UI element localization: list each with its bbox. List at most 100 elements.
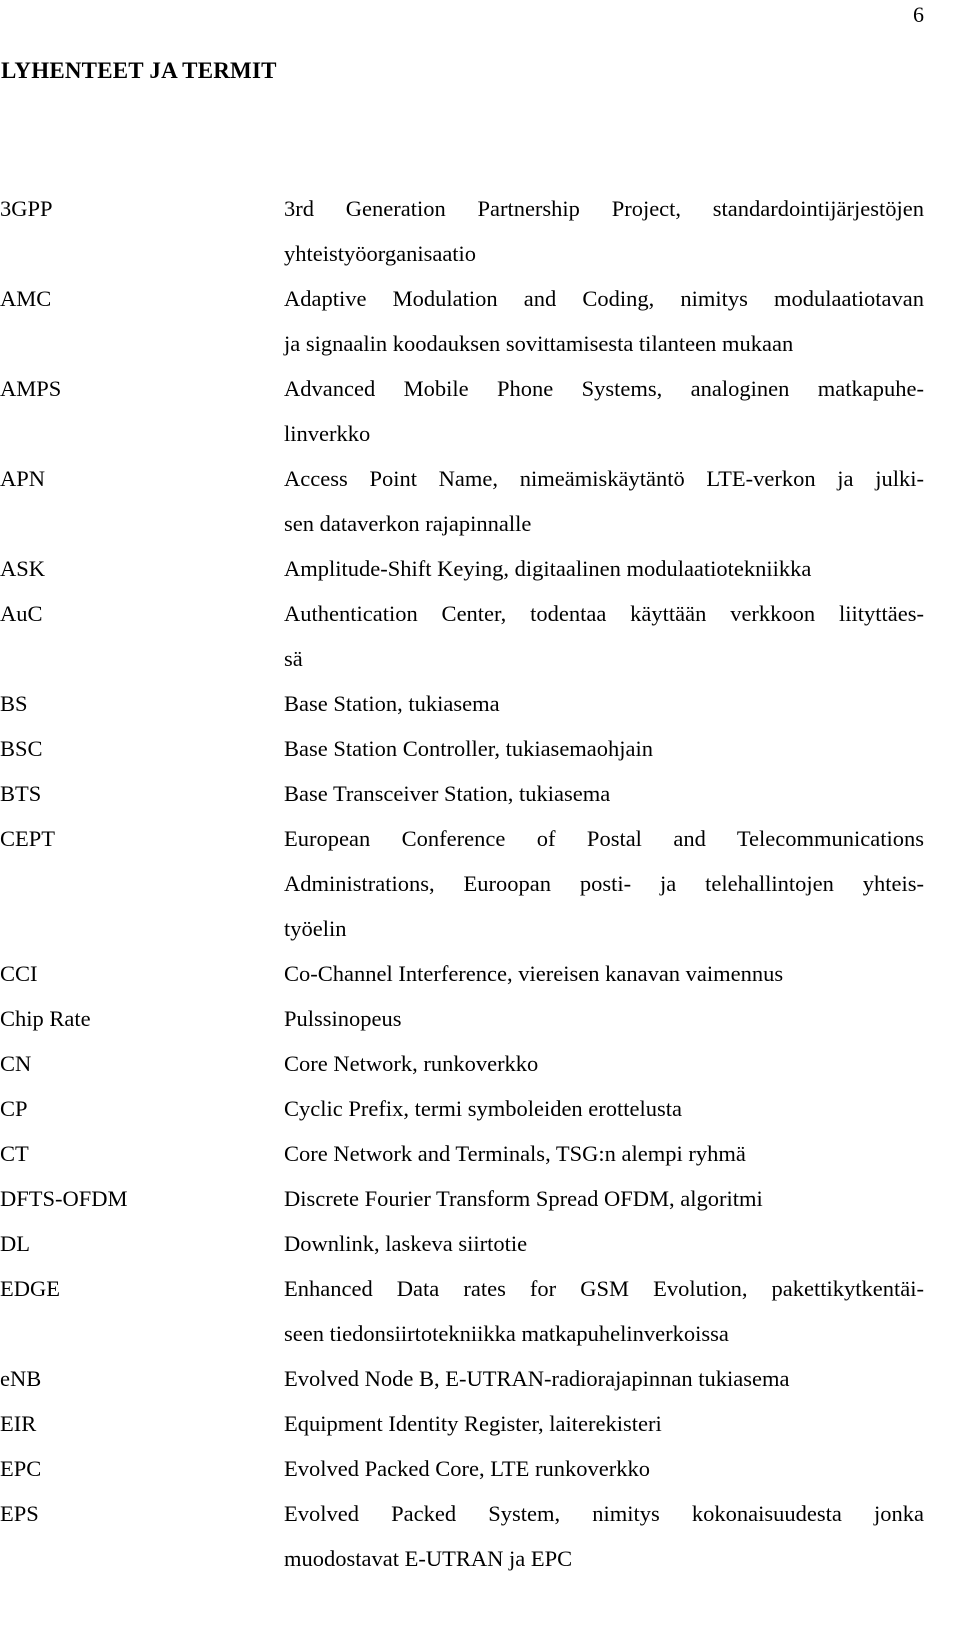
- definition-line: yhteistyöorganisaatio: [284, 241, 477, 266]
- glossary-entry: DL Downlink, laskeva siirtotie: [0, 1221, 924, 1266]
- definition-line: Co-Channel Interference, viereisen kanav…: [284, 961, 784, 986]
- definition-line: Evolved Packed System, nimitys kokonaisu…: [284, 1501, 924, 1526]
- definition-line: Adaptive Modulation and Coding, nimitys …: [284, 286, 924, 311]
- definition-line: 3rd Generation Partnership Project, stan…: [284, 196, 924, 221]
- glossary-entry: AuC Authentication Center, todentaa käytt…: [0, 591, 924, 681]
- definition-line: Core Network and Terminals, TSG:n alempi…: [284, 1141, 746, 1166]
- term-abbreviation: BS: [0, 691, 28, 716]
- term-abbreviation: CT: [0, 1141, 29, 1166]
- glossary-entry: EPS Evolved Packed System, nimitys kokona…: [0, 1491, 924, 1581]
- term-definition: Core Network and Terminals, TSG:n alempi…: [284, 1131, 924, 1176]
- definition-line: Advanced Mobile Phone Systems, analogine…: [284, 376, 924, 401]
- term-definition: Pulssinopeus: [284, 996, 924, 1041]
- definition-line: Core Network, runkoverkko: [284, 1051, 539, 1076]
- term-definition: Base Station Controller, tukiasemaohjain: [284, 726, 924, 771]
- definition-line: Evolved Node B, E-UTRAN-radiorajapinnan …: [284, 1366, 790, 1391]
- term-abbreviation: CEPT: [0, 826, 56, 851]
- term-definition: Amplitude-Shift Keying, digitaalinen mod…: [284, 546, 924, 591]
- term-abbreviation: CP: [0, 1096, 28, 1121]
- term-abbreviation: 3GPP: [0, 196, 53, 221]
- term-abbreviation: DL: [0, 1231, 30, 1256]
- glossary-entry: ASK Amplitude-Shift Keying, digitaalinen …: [0, 546, 924, 591]
- term-abbreviation: DFTS-OFDM: [0, 1186, 128, 1211]
- definition-line: seen tiedonsiirtotekniikka matkapuhelinv…: [284, 1321, 729, 1346]
- definition-line: Downlink, laskeva siirtotie: [284, 1231, 528, 1256]
- glossary-entry: EPC Evolved Packed Core, LTE runkoverkko: [0, 1446, 924, 1491]
- definition-line: linverkko: [284, 421, 371, 446]
- page-number: 6: [913, 2, 924, 27]
- glossary-entry: CP Cyclic Prefix, termi symboleiden erott…: [0, 1086, 924, 1131]
- glossary-entry: EDGE Enhanced Data rates for GSM Evolutio…: [0, 1266, 924, 1356]
- term-abbreviation: AMC: [0, 286, 52, 311]
- term-definition: Enhanced Data rates for GSM Evolution, p…: [284, 1266, 924, 1356]
- definition-line: Discrete Fourier Transform Spread OFDM, …: [284, 1186, 763, 1211]
- term-definition: Evolved Node B, E-UTRAN-radiorajapinnan …: [284, 1356, 924, 1401]
- definition-line: Base Station Controller, tukiasemaohjain: [284, 736, 654, 761]
- term-definition: 3rd Generation Partnership Project, stan…: [284, 186, 924, 276]
- definition-line: European Conference of Postal and Teleco…: [284, 826, 924, 851]
- definition-line: Evolved Packed Core, LTE runkoverkko: [284, 1456, 650, 1481]
- definition-line: Administrations, Euroopan posti- ja tele…: [284, 871, 924, 896]
- term-abbreviation: BTS: [0, 781, 42, 806]
- term-abbreviation: EPS: [0, 1501, 39, 1526]
- term-definition: Discrete Fourier Transform Spread OFDM, …: [284, 1176, 924, 1221]
- glossary-entry: CN Core Network, runkoverkko: [0, 1041, 924, 1086]
- definition-line: Amplitude-Shift Keying, digitaalinen mod…: [284, 556, 812, 581]
- term-abbreviation: ASK: [0, 556, 46, 581]
- glossary-entry: eNB Evolved Node B, E-UTRAN-radiorajapinn…: [0, 1356, 924, 1401]
- term-definition: Cyclic Prefix, termi symboleiden erottel…: [284, 1086, 924, 1131]
- glossary-entry: BSC Base Station Controller, tukiasemaohj…: [0, 726, 924, 771]
- term-abbreviation: Chip Rate: [0, 1006, 91, 1031]
- term-definition: Core Network, runkoverkko: [284, 1041, 924, 1086]
- term-definition: Access Point Name, nimeämiskäytäntö LTE-…: [284, 456, 924, 546]
- term-definition: Evolved Packed System, nimitys kokonaisu…: [284, 1491, 924, 1581]
- term-abbreviation: AMPS: [0, 376, 62, 401]
- term-abbreviation: BSC: [0, 736, 43, 761]
- term-abbreviation: EPC: [0, 1456, 42, 1481]
- glossary-entry: AMC Adaptive Modulation and Coding, nimit…: [0, 276, 924, 366]
- definition-line: Equipment Identity Register, laiterekist…: [284, 1411, 662, 1436]
- definition-line: Authentication Center, todentaa käyttään…: [284, 601, 924, 626]
- definition-line: Base Station, tukiasema: [284, 691, 500, 716]
- definition-line: Cyclic Prefix, termi symboleiden erottel…: [284, 1096, 683, 1121]
- glossary-entry: BTS Base Transceiver Station, tukiasema: [0, 771, 924, 816]
- definition-line: sen dataverkon rajapinnalle: [284, 511, 532, 536]
- term-definition: Evolved Packed Core, LTE runkoverkko: [284, 1446, 924, 1491]
- glossary-entry: CT Core Network and Terminals, TSG:n alem…: [0, 1131, 924, 1176]
- term-definition: European Conference of Postal and Teleco…: [284, 816, 924, 951]
- definition-line: sä: [284, 646, 303, 671]
- term-definition: Advanced Mobile Phone Systems, analogine…: [284, 366, 924, 456]
- definition-line: Base Transceiver Station, tukiasema: [284, 781, 611, 806]
- term-abbreviation: AuC: [0, 601, 43, 626]
- term-abbreviation: CN: [0, 1051, 32, 1076]
- term-definition: Downlink, laskeva siirtotie: [284, 1221, 924, 1266]
- definition-line: muodostavat E-UTRAN ja EPC: [284, 1546, 573, 1571]
- term-definition: Co-Channel Interference, viereisen kanav…: [284, 951, 924, 996]
- term-definition: Adaptive Modulation and Coding, nimitys …: [284, 276, 924, 366]
- glossary-entry: CCI Co-Channel Interference, viereisen ka…: [0, 951, 924, 996]
- term-abbreviation: eNB: [0, 1366, 42, 1391]
- definition-line: Enhanced Data rates for GSM Evolution, p…: [284, 1276, 924, 1301]
- definition-line: ja signaalin koodauksen sovittamisesta t…: [284, 331, 794, 356]
- section-heading: LYHENTEET JA TERMIT: [1, 58, 277, 83]
- abbreviation-list: 3GPP 3rd Generation Partnership Project, …: [0, 186, 924, 1581]
- definition-line: Pulssinopeus: [284, 1006, 402, 1031]
- term-definition: Authentication Center, todentaa käyttään…: [284, 591, 924, 681]
- glossary-entry: BS Base Station, tukiasema: [0, 681, 924, 726]
- term-abbreviation: EIR: [0, 1411, 37, 1436]
- glossary-entry: APN Access Point Name, nimeämiskäytäntö L…: [0, 456, 924, 546]
- term-abbreviation: APN: [0, 466, 46, 491]
- glossary-entry: Chip Rate Pulssinopeus: [0, 996, 924, 1041]
- glossary-entry: DFTS-OFDM Discrete Fourier Transform Spre…: [0, 1176, 924, 1221]
- definition-line: Access Point Name, nimeämiskäytäntö LTE-…: [284, 466, 924, 491]
- term-abbreviation: CCI: [0, 961, 38, 986]
- glossary-entry: CEPT European Conference of Postal and Te…: [0, 816, 924, 951]
- glossary-entry: AMPS Advanced Mobile Phone Systems, analo…: [0, 366, 924, 456]
- glossary-entry: EIR Equipment Identity Register, laiterek…: [0, 1401, 924, 1446]
- term-definition: Equipment Identity Register, laiterekist…: [284, 1401, 924, 1446]
- term-definition: Base Transceiver Station, tukiasema: [284, 771, 924, 816]
- term-definition: Base Station, tukiasema: [284, 681, 924, 726]
- term-abbreviation: EDGE: [0, 1276, 60, 1301]
- definition-line: työelin: [284, 916, 347, 941]
- glossary-entry: 3GPP 3rd Generation Partnership Project, …: [0, 186, 924, 276]
